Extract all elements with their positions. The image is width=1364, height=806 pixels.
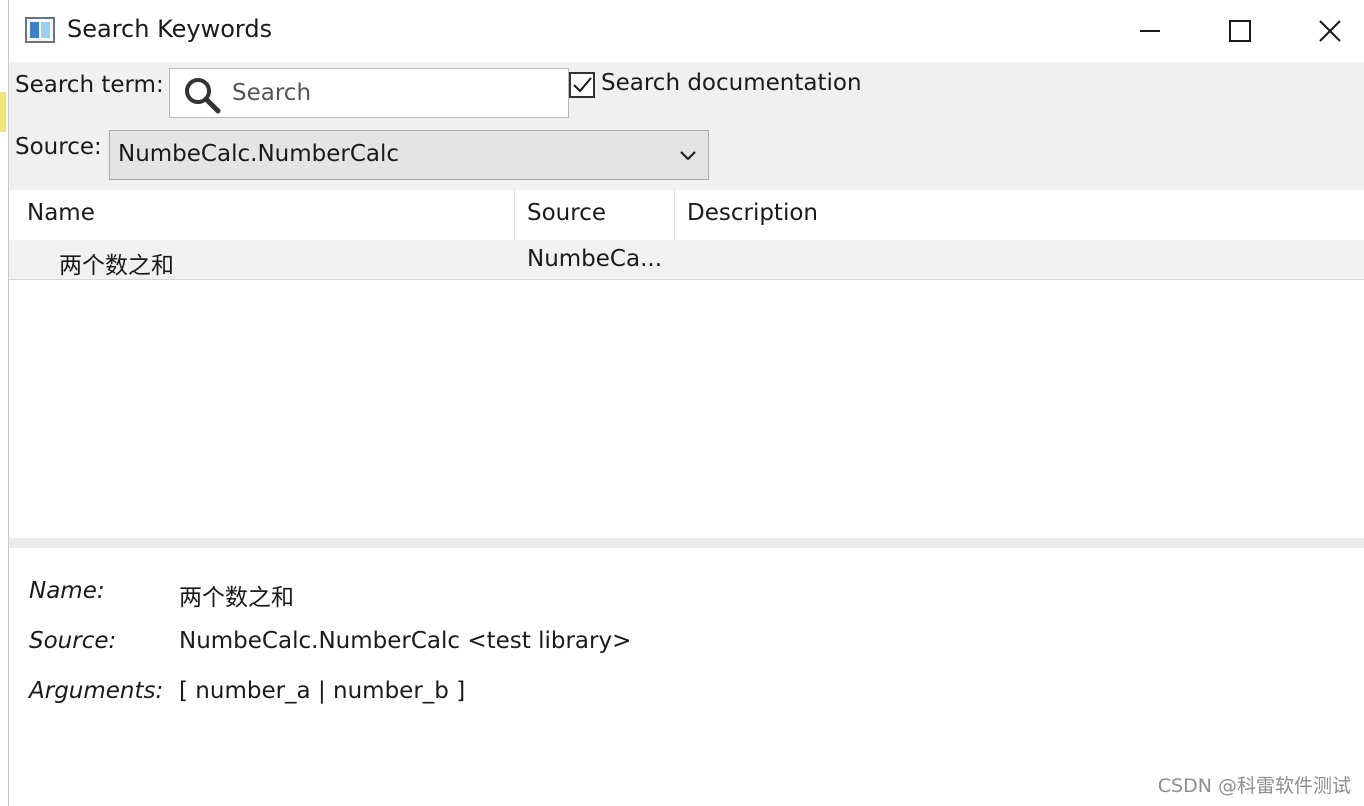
minimize-button[interactable] bbox=[1105, 0, 1195, 62]
search-box[interactable] bbox=[169, 68, 569, 118]
title-bar[interactable]: Search Keywords bbox=[9, 0, 1364, 62]
details-name-value: 两个数之和 bbox=[179, 585, 294, 611]
column-header-source[interactable]: Source bbox=[515, 190, 675, 240]
close-button[interactable] bbox=[1285, 0, 1364, 62]
keyword-window-icon bbox=[25, 17, 55, 43]
search-documentation-label[interactable]: Search documentation bbox=[601, 70, 862, 96]
checkmark-icon bbox=[573, 77, 592, 93]
details-arguments-value: [ number_a | number_b ] bbox=[179, 678, 466, 704]
search-icon bbox=[185, 78, 221, 114]
background-highlight bbox=[0, 92, 6, 132]
column-header-name[interactable]: Name bbox=[15, 190, 515, 240]
details-arguments-label: Arguments: bbox=[29, 678, 164, 704]
details-name-label: Name: bbox=[29, 578, 105, 604]
source-label: Source: bbox=[15, 134, 102, 160]
search-documentation-checkbox[interactable] bbox=[569, 72, 595, 98]
minimize-icon bbox=[1140, 30, 1160, 32]
table-row[interactable]: 两个数之和 NumbeCa... bbox=[9, 240, 1364, 280]
chevron-down-icon bbox=[680, 151, 696, 161]
keyword-table: Name Source Description 两个数之和 NumbeCa... bbox=[9, 190, 1364, 548]
row-name: 两个数之和 bbox=[59, 253, 174, 279]
maximize-icon bbox=[1229, 20, 1251, 42]
background-window-edge bbox=[0, 0, 8, 806]
keyword-details-panel: Name: 两个数之和 Source: NumbeCalc.NumberCalc… bbox=[9, 558, 1364, 806]
source-select-value: NumbeCalc.NumberCalc bbox=[118, 141, 400, 167]
details-source-value: NumbeCalc.NumberCalc <test library> bbox=[179, 628, 632, 654]
table-header: Name Source Description bbox=[9, 190, 1364, 240]
column-header-description[interactable]: Description bbox=[675, 190, 1364, 240]
maximize-button[interactable] bbox=[1195, 0, 1285, 62]
search-input[interactable] bbox=[232, 75, 552, 111]
watermark: CSDN @科雷软件测试 bbox=[1157, 775, 1351, 797]
search-keywords-window: Search Keywords Search term: Search docu… bbox=[8, 0, 1364, 806]
details-source-label: Source: bbox=[29, 628, 117, 654]
close-icon bbox=[1319, 20, 1341, 42]
window-title: Search Keywords bbox=[67, 15, 273, 43]
source-select[interactable]: NumbeCalc.NumberCalc bbox=[109, 130, 709, 180]
search-term-label: Search term: bbox=[15, 72, 164, 98]
row-source: NumbeCa... bbox=[527, 246, 663, 272]
search-toolbar: Search term: Search documentation Source… bbox=[9, 62, 1364, 190]
